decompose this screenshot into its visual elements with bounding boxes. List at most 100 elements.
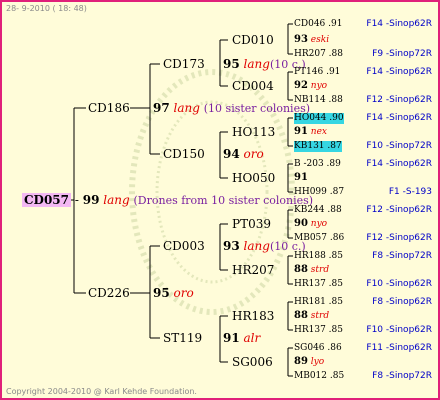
leaf-11[interactable]: HR188 .85	[294, 251, 343, 262]
ggp-7-id: HR183	[232, 309, 275, 323]
leaf-16-location: F8 -Sinop72R	[372, 371, 432, 381]
parent-upper-tag: lang	[173, 101, 200, 115]
leaf-4[interactable]: NB114 .88	[294, 95, 343, 106]
ggp-6-info: 88 strd	[294, 264, 329, 276]
grandparent-1-year: 95	[223, 57, 240, 71]
root-year: 99	[82, 193, 100, 207]
grandparent-4[interactable]: ST119	[163, 331, 202, 345]
ggp-1-tag: eski	[310, 35, 330, 45]
grandparent-4-info: 91 alr	[223, 331, 260, 345]
great-grandparent-4[interactable]: HO050	[232, 171, 275, 185]
great-grandparent-1[interactable]: CD010	[232, 33, 274, 47]
ggp-5-info: 90 nyo	[294, 218, 327, 230]
grandparent-2-year: 94	[223, 147, 240, 161]
parent-upper-info: 97 lang (10 sister colonies)	[153, 101, 310, 116]
ggp-4-id: HO050	[232, 171, 276, 185]
great-grandparent-5[interactable]: PT039	[232, 217, 271, 231]
ggp-3-id: HO113	[232, 125, 276, 139]
grandparent-2[interactable]: CD150	[163, 147, 205, 161]
grandparent-3-tag: lang	[243, 239, 270, 253]
root-note: (Drones from 10 sister colonies)	[133, 194, 314, 207]
leaf-6[interactable]: KB131 .87	[294, 141, 342, 152]
parent-lower-id: CD226	[88, 286, 130, 300]
ggp-8-id: SG006	[232, 355, 273, 369]
leaf-15[interactable]: SG046 .86	[294, 343, 342, 354]
grandparent-2-tag: oro	[243, 147, 264, 161]
ggp-6-id: HR207	[232, 263, 275, 277]
grandparent-4-tag: alr	[243, 331, 261, 345]
grandparent-1[interactable]: CD173	[163, 57, 205, 71]
leaf-13[interactable]: HR181 .85	[294, 297, 343, 308]
root-tag: lang	[103, 193, 130, 207]
great-grandparent-6[interactable]: HR207	[232, 263, 274, 277]
leaf-4-location: F12 -Sinop62R	[366, 95, 432, 105]
leaf-5-location: F14 -Sinop62R	[366, 113, 432, 123]
leaf-14[interactable]: HR137 .85	[294, 325, 343, 336]
leaf-14-location: F10 -Sinop62R	[366, 325, 432, 335]
grandparent-2-id: CD150	[163, 147, 205, 161]
ggp-1-year: 93	[294, 34, 308, 45]
leaf-15-location: F11 -Sinop62R	[366, 343, 432, 353]
leaf-11-location: F8 -Sinop72R	[372, 251, 432, 261]
ggp-5-year: 90	[294, 218, 308, 229]
great-grandparent-7[interactable]: HR183	[232, 309, 274, 323]
ggp-4-info: 91	[294, 172, 308, 184]
ggp-6-year: 88	[294, 264, 308, 275]
footer-copyright: Copyright 2004-2010 @ Karl Kehde Foundat…	[6, 387, 197, 396]
grandparent-3-year: 93	[223, 239, 240, 253]
leaf-2[interactable]: HR207 .88	[294, 49, 343, 60]
grandparent-2-info: 94 oro	[223, 147, 264, 161]
ggp-3-info: 91 nex	[294, 126, 327, 138]
header-timestamp: 28- 9-2010 ( 18: 48)	[6, 4, 87, 13]
leaf-8-location: F1 -S-193	[388, 187, 432, 197]
great-grandparent-2[interactable]: CD004	[232, 79, 274, 93]
leaf-5[interactable]: HO044 .90	[294, 113, 344, 124]
leaf-3-location: F14 -Sinop62R	[366, 67, 432, 77]
ggp-8-tag: lyo	[310, 357, 325, 367]
ggp-2-id: CD004	[232, 79, 274, 93]
leaf-3[interactable]: PT146 .91	[294, 67, 340, 78]
ggp-3-year: 91	[294, 126, 308, 137]
leaf-10[interactable]: MB057 .86	[294, 233, 344, 244]
ggp-2-info: 92 nyo	[294, 80, 327, 92]
leaf-2-location: F9 -Sinop72R	[372, 49, 432, 59]
leaf-1-location: F14 -Sinop62R	[366, 19, 432, 29]
parent-upper-year: 97	[153, 101, 170, 115]
root-node[interactable]: CD057 - 99 lang (Drones from 10 sister c…	[22, 193, 313, 208]
leaf-9-location: F12 -Sinop62R	[366, 205, 432, 215]
ggp-3-tag: nex	[310, 127, 327, 137]
ggp-2-tag: nyo	[310, 81, 328, 91]
parent-upper[interactable]: CD186	[88, 101, 130, 115]
ggp-5-id: PT039	[232, 217, 271, 231]
leaf-16[interactable]: MB012 .85	[294, 371, 344, 382]
ggp-4-year: 91	[294, 172, 308, 183]
ggp-8-info: 89 lyo	[294, 356, 324, 368]
great-grandparent-8[interactable]: SG006	[232, 355, 273, 369]
grandparent-4-year: 91	[223, 331, 240, 345]
ggp-1-id: CD010	[232, 33, 274, 47]
leaf-12[interactable]: HR137 .85	[294, 279, 343, 290]
leaf-8[interactable]: HH099 .87	[294, 187, 344, 198]
leaf-9[interactable]: KB244 .88	[294, 205, 342, 216]
ggp-7-year: 88	[294, 310, 308, 321]
grandparent-3[interactable]: CD003	[163, 239, 205, 253]
parent-lower-tag: oro	[173, 286, 194, 300]
leaf-1[interactable]: CD046 .91	[294, 19, 342, 30]
grandparent-3-id: CD003	[163, 239, 205, 253]
parent-lower-year: 95	[153, 286, 170, 300]
ggp-7-info: 88 strd	[294, 310, 329, 322]
pedigree-frame: 28- 9-2010 ( 18: 48) Copyright 2004-2010…	[0, 0, 440, 400]
parent-lower-info: 95 oro	[153, 286, 194, 300]
ggp-6-tag: strd	[310, 265, 330, 275]
ggp-5-tag: nyo	[310, 219, 328, 229]
parent-upper-id: CD186	[88, 101, 130, 115]
leaf-6-location: F10 -Sinop72R	[366, 141, 432, 151]
leaf-7[interactable]: B -203 .89	[294, 159, 341, 170]
parent-lower[interactable]: CD226	[88, 286, 130, 300]
great-grandparent-3[interactable]: HO113	[232, 125, 275, 139]
leaf-12-location: F10 -Sinop62R	[366, 279, 432, 289]
ggp-8-year: 89	[294, 356, 308, 367]
ggp-1-info: 93 eski	[294, 34, 329, 46]
leaf-7-location: F14 -Sinop62R	[366, 159, 432, 169]
grandparent-1-tag: lang	[243, 57, 270, 71]
